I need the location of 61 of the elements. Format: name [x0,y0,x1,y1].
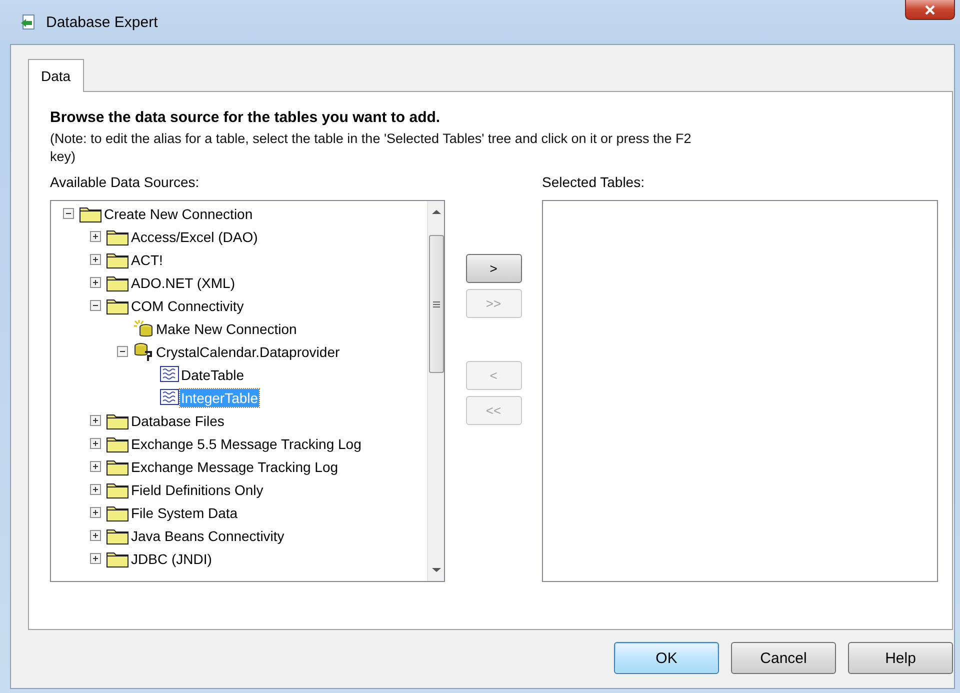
tree-item[interactable]: ADO.NET (XML) [130,274,236,292]
selected-label: Selected Tables: [542,174,646,192]
folder-icon [106,526,130,544]
folder-icon [106,458,130,476]
folder-icon [106,412,130,430]
expand-icon[interactable] [90,484,101,495]
table-icon [160,366,180,383]
grip-icon [432,300,440,308]
expand-icon[interactable] [90,438,101,449]
scroll-thumb[interactable] [428,235,444,373]
tree-item[interactable]: Database Files [130,412,226,430]
expand-icon[interactable] [90,507,101,518]
tree-item[interactable]: Create New Connection [103,204,254,222]
tree-item[interactable]: Field Definitions Only [130,480,264,498]
scrollbar[interactable] [427,201,444,581]
tree-item[interactable]: CrystalCalendar.Dataprovider [155,342,341,360]
new-database-icon [133,320,155,338]
tree-item[interactable]: DateTable [180,366,246,384]
tree-item[interactable]: File System Data [130,504,239,522]
dialog-button[interactable]: OK [614,642,719,674]
folder-icon [106,250,130,268]
heading: Browse the data source for the tables you want to add. [50,109,442,126]
expand-icon[interactable] [90,415,101,426]
tree-item[interactable]: ACT! [130,250,164,268]
table-icon [160,389,180,406]
tree-item[interactable]: COM Connectivity [130,296,245,314]
scroll-down-icon[interactable] [432,567,440,573]
scroll-up-icon[interactable] [432,209,440,215]
collapse-icon[interactable] [90,300,101,311]
folder-icon [106,274,130,292]
tree-item[interactable]: Exchange Message Tracking Log [130,458,340,476]
folder-icon [106,434,130,452]
window-title: Database Expert [46,14,158,30]
close-icon [924,4,936,14]
expand-icon[interactable] [90,461,101,472]
collapse-icon[interactable] [117,346,128,357]
collapse-icon[interactable] [63,208,74,219]
dialog-button[interactable]: Cancel [731,642,836,674]
tree-item[interactable]: Java Beans Connectivity [130,526,286,544]
close-button[interactable] [905,0,955,20]
note-text: (Note: to edit the alias for a table, select the table in the 'Selected Tables' tree and click on it or press the F2 key) [50,130,692,166]
expand-icon[interactable] [90,277,101,288]
expand-icon[interactable] [90,254,101,265]
folder-icon [106,228,130,246]
folder-icon [106,296,130,314]
transfer-button[interactable]: > [466,254,522,283]
tree-item[interactable]: Make New Connection [155,320,298,338]
expand-icon[interactable] [90,530,101,541]
expand-icon[interactable] [90,553,101,564]
folder-icon [106,550,130,568]
folder-icon [106,504,130,522]
dialog-button[interactable]: Help [848,642,953,674]
tree-item[interactable]: Access/Excel (DAO) [130,228,259,246]
expand-icon[interactable] [90,231,101,242]
available-label: Available Data Sources: [50,174,200,192]
tree-item[interactable]: JDBC (JNDI) [130,550,213,568]
folder-icon [106,480,130,498]
tree-item[interactable]: Exchange 5.5 Message Tracking Log [130,434,362,452]
folder-icon [79,204,103,222]
database-plug-icon [133,342,155,362]
tab[interactable]: Data [28,59,84,92]
